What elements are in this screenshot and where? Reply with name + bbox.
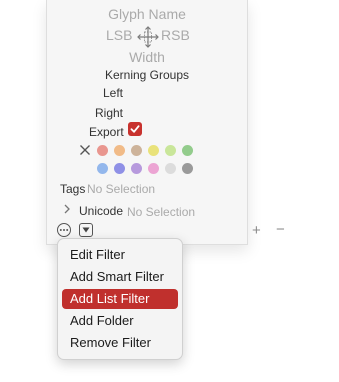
triangle-down-icon bbox=[82, 227, 90, 233]
move-metrics-icon[interactable] bbox=[137, 26, 159, 48]
filter-context-menu: Edit Filter Add Smart Filter Add List Fi… bbox=[57, 238, 183, 360]
kerning-groups-heading: Kerning Groups bbox=[104, 68, 190, 82]
color-swatch-purple[interactable] bbox=[131, 163, 142, 174]
add-button[interactable]: + bbox=[252, 222, 261, 239]
color-swatch-light-gray[interactable] bbox=[165, 163, 176, 174]
filter-menu-button[interactable] bbox=[79, 223, 93, 237]
unicode-field[interactable]: No Selection bbox=[127, 205, 195, 219]
export-checkbox[interactable] bbox=[128, 122, 142, 136]
color-swatch-dark-green[interactable] bbox=[182, 145, 193, 156]
right-kerning-label: Right bbox=[95, 106, 124, 120]
export-label: Export bbox=[89, 125, 124, 139]
menu-item-remove-filter[interactable]: Remove Filter bbox=[62, 333, 178, 353]
color-swatch-dark-gray[interactable] bbox=[182, 163, 193, 174]
color-swatch-light-green[interactable] bbox=[165, 145, 176, 156]
menu-item-add-list-filter[interactable]: Add List Filter bbox=[62, 289, 178, 309]
ellipsis-icon bbox=[59, 229, 69, 231]
color-swatch-red[interactable] bbox=[97, 145, 108, 156]
tags-label: Tags bbox=[60, 182, 86, 196]
color-swatch-brown[interactable] bbox=[131, 145, 142, 156]
rsb-field[interactable]: RSB bbox=[161, 27, 190, 43]
color-swatch-orange[interactable] bbox=[114, 145, 125, 156]
menu-item-add-folder[interactable]: Add Folder bbox=[62, 311, 178, 331]
left-kerning-label: Left bbox=[103, 86, 124, 100]
color-swatch-light-blue[interactable] bbox=[97, 163, 108, 174]
tags-field[interactable]: No Selection bbox=[87, 182, 155, 196]
color-label-swatches bbox=[97, 145, 207, 175]
width-field[interactable]: Width bbox=[47, 49, 247, 65]
menu-item-edit-filter[interactable]: Edit Filter bbox=[62, 245, 178, 265]
unicode-label: Unicode bbox=[79, 204, 124, 218]
chevron-right-icon[interactable] bbox=[63, 204, 71, 214]
color-swatch-yellow[interactable] bbox=[148, 145, 159, 156]
glyph-info-panel: Glyph Name LSB RSB Width Kerning Groups … bbox=[46, 0, 248, 245]
remove-button[interactable]: − bbox=[276, 221, 285, 238]
clear-color-icon[interactable] bbox=[79, 144, 91, 156]
more-options-button[interactable] bbox=[57, 223, 71, 237]
color-swatch-magenta[interactable] bbox=[148, 163, 159, 174]
metrics-row: LSB RSB bbox=[47, 26, 247, 48]
checkmark-icon bbox=[130, 125, 140, 133]
lsb-field[interactable]: LSB bbox=[106, 27, 132, 43]
color-swatch-dark-blue[interactable] bbox=[114, 163, 125, 174]
menu-item-add-smart-filter[interactable]: Add Smart Filter bbox=[62, 267, 178, 287]
glyph-name-field[interactable]: Glyph Name bbox=[47, 6, 247, 22]
